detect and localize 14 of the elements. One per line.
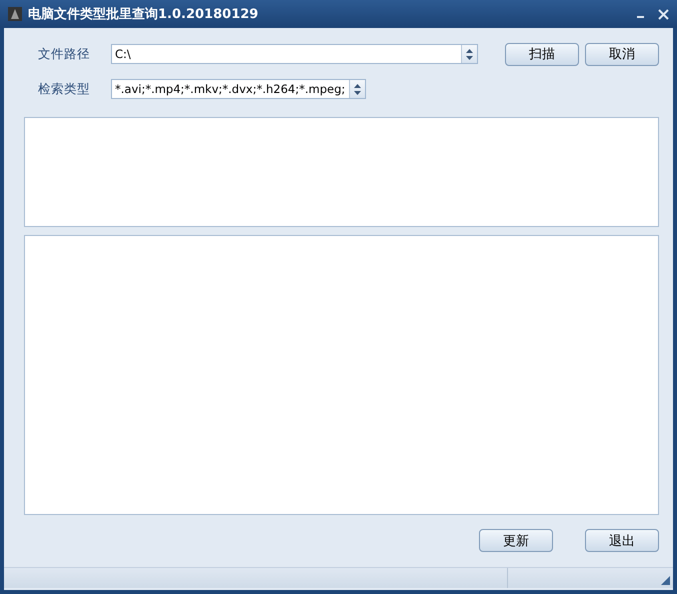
action-button[interactable]: 退出 bbox=[585, 529, 659, 552]
app-icon bbox=[8, 7, 22, 21]
action-button[interactable]: 取消 bbox=[585, 42, 659, 66]
close-icon[interactable] bbox=[658, 8, 669, 20]
field-label: 文件路径 bbox=[37, 46, 91, 62]
window-title: 电脑文件类型批里查询1.0.20180129 bbox=[28, 6, 260, 23]
spin-icon[interactable] bbox=[354, 84, 361, 94]
action-button[interactable]: 更新 bbox=[479, 529, 553, 552]
action-button[interactable]: 扫描 bbox=[505, 42, 579, 66]
combo-field[interactable]: *.avi;*.mp4;*.mkv;*.dvx;*.h264;*.mpeg; bbox=[111, 79, 366, 99]
combo-field[interactable]: C:\ bbox=[111, 44, 478, 64]
field-label: 检索类型 bbox=[37, 80, 91, 98]
resize-grip-icon[interactable] bbox=[661, 576, 670, 585]
spin-icon[interactable] bbox=[466, 48, 473, 60]
